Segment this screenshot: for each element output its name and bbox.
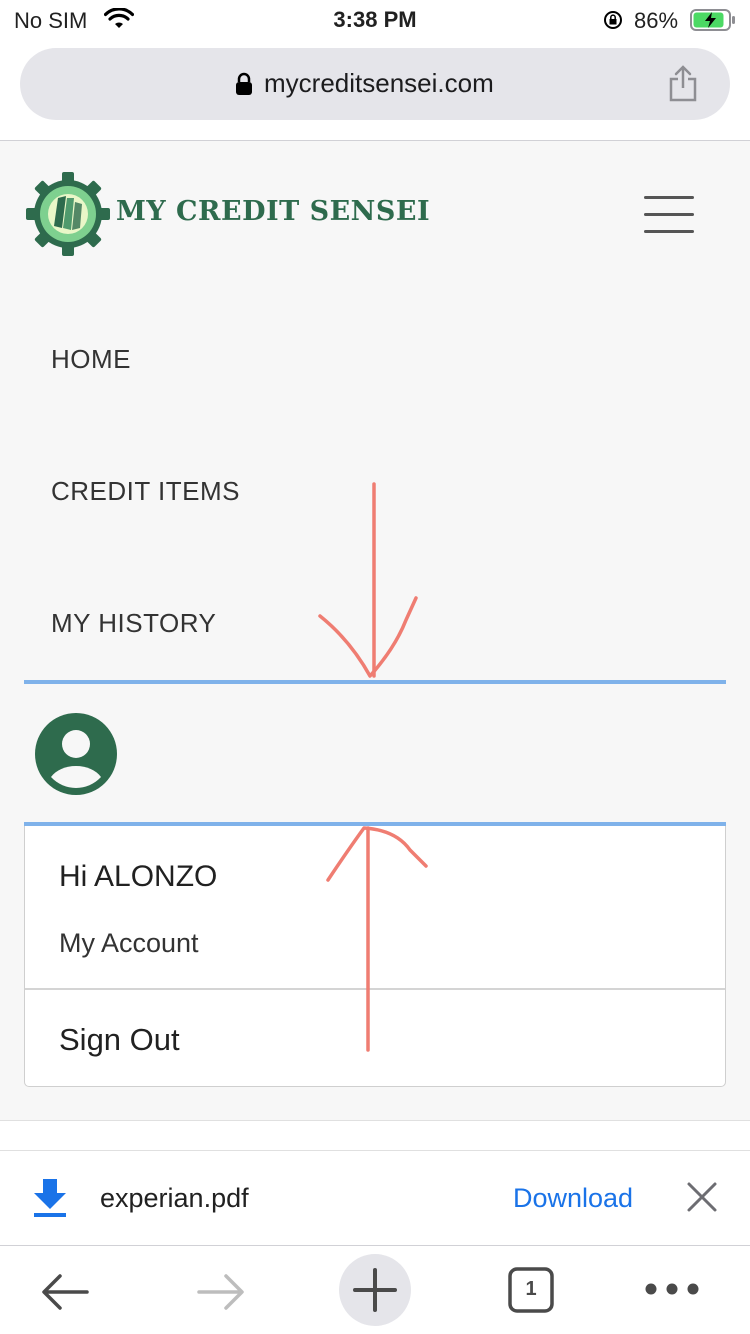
user-greeting: Hi ALONZO [59,860,218,893]
download-bar: experian.pdf Download [0,1150,750,1246]
page-bottom-border [0,1120,750,1121]
download-icon [34,1179,66,1217]
sign-out-link[interactable]: Sign Out [59,1022,180,1058]
forward-arrow-icon[interactable] [196,1272,246,1312]
highlight-border-top [24,680,726,684]
hamburger-menu-button[interactable] [644,196,696,236]
nav-credit-items[interactable]: CREDIT ITEMS [51,476,240,507]
tab-count: 1 [525,1278,537,1300]
padlock-icon [236,72,252,95]
tab-switcher-button[interactable]: 1 [508,1267,554,1313]
account-dropdown: Hi ALONZO My Account Sign Out [24,826,726,1087]
new-tab-button[interactable] [339,1254,411,1326]
battery-charging-icon [690,9,735,31]
download-button[interactable]: Download [513,1183,633,1214]
menu-line [644,196,694,199]
address-bar[interactable]: mycreditsensei.com [20,48,730,120]
battery-percent: 86% [634,8,679,33]
url-text[interactable]: mycreditsensei.com [264,68,494,99]
dropdown-divider [25,988,725,990]
nav-home[interactable]: HOME [51,344,131,375]
nav-my-history[interactable]: MY HISTORY [51,608,216,639]
close-icon[interactable] [686,1181,718,1213]
plus-icon [353,1268,397,1312]
status-bar: No SIM 3:38 PM 86% [0,0,750,40]
download-filename: experian.pdf [100,1183,249,1213]
menu-line [644,230,694,233]
menu-line [644,213,694,216]
rotation-lock-icon [604,11,622,29]
user-avatar-icon[interactable] [35,713,117,795]
share-icon[interactable] [668,64,698,102]
more-options-icon[interactable] [644,1282,700,1296]
back-arrow-icon[interactable] [40,1272,90,1312]
my-account-link[interactable]: My Account [59,928,199,959]
credit-sensei-logo-icon[interactable] [26,172,110,256]
brand-name[interactable]: MY CREDIT SENSEI [116,196,430,227]
browser-toolbar: 1 [0,1246,750,1334]
